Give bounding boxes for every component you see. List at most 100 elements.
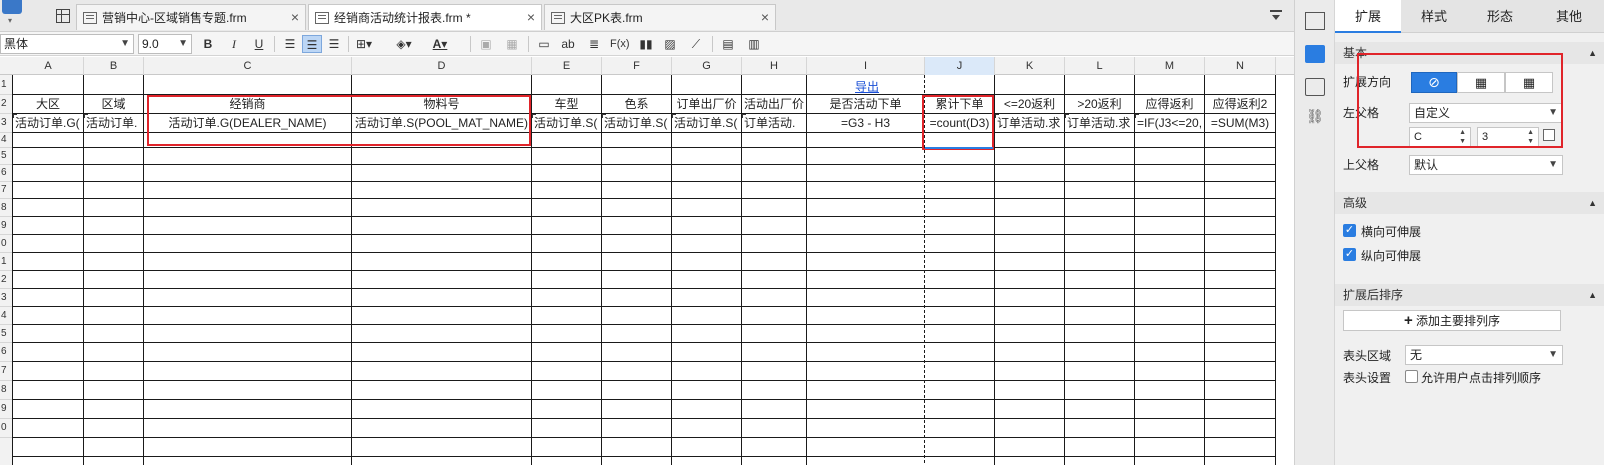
tab-dealer-activity-report[interactable]: 经销商活动统计报表.frm * × <box>308 4 542 30</box>
tab-dropdown-icon[interactable]: ▾ <box>8 16 12 25</box>
tab-style[interactable]: 样式 <box>1401 0 1467 33</box>
sub-report-icon[interactable]: ▤ <box>720 35 736 53</box>
hyperlink-icon[interactable]: ⛓ <box>1305 108 1325 126</box>
expand-horizontal-button[interactable]: ▦ <box>1505 72 1553 93</box>
formula-cell-m3[interactable]: =IF(J3<=20, <box>1135 114 1204 132</box>
column-header-d[interactable]: D <box>352 57 532 75</box>
column-header-i[interactable]: I <box>807 57 925 75</box>
formula-cell-l3[interactable]: 订单活动.求 <box>1065 114 1134 132</box>
insert-field-icon[interactable]: ▭ <box>536 35 552 53</box>
column-header-h[interactable]: H <box>742 57 807 75</box>
freeze-icon[interactable]: ▥ <box>746 35 762 53</box>
fill-color-icon[interactable]: ◈▾ <box>396 35 412 53</box>
tab-menu-icon[interactable] <box>1270 10 1282 20</box>
header-cell-a2[interactable]: 大区 <box>13 95 83 113</box>
tab-expand[interactable]: 扩展 <box>1335 0 1401 33</box>
insert-image-icon[interactable]: ▨ <box>662 35 678 53</box>
column-header-b[interactable]: B <box>84 57 144 75</box>
expand-vertical-button[interactable]: ▦ <box>1457 72 1505 93</box>
allow-sort-checkbox[interactable] <box>1405 370 1418 383</box>
split-cells-icon[interactable]: ▦ <box>504 35 520 53</box>
column-header-g[interactable]: G <box>672 57 742 75</box>
condition-icon[interactable] <box>1305 78 1325 96</box>
column-header-e[interactable]: E <box>532 57 602 75</box>
formula-cell-d3[interactable]: 活动订单.S(POOL_MAT_NAME) <box>352 114 531 132</box>
header-cell-h2[interactable]: 活动出厂价 <box>742 95 806 113</box>
export-link[interactable]: 导出 <box>855 78 879 95</box>
header-cell-m2[interactable]: 应得返利 <box>1135 95 1204 113</box>
formula-cell-a3[interactable]: 活动订单.G( <box>13 114 83 132</box>
formula-cell-n3[interactable]: =SUM(M3) <box>1205 114 1275 132</box>
bold-button[interactable]: B <box>200 35 216 53</box>
horizontal-expand-checkbox[interactable]: ✓ <box>1343 224 1356 237</box>
vertical-expand-checkbox[interactable]: ✓ <box>1343 248 1356 261</box>
header-cell-b2[interactable]: 区域 <box>84 95 143 113</box>
font-color-icon[interactable]: A▾ <box>432 35 448 53</box>
font-family-select[interactable]: 黑体 ▼ <box>0 34 134 54</box>
column-header-j[interactable]: J <box>925 57 995 75</box>
section-basic[interactable]: 基本 ▲ <box>1335 42 1604 64</box>
paragraph-icon[interactable]: ≣ <box>586 35 602 53</box>
align-left-icon[interactable]: ☰ <box>282 35 298 53</box>
insert-slash-icon[interactable]: ⟋ <box>688 35 704 53</box>
formula-cell-h3[interactable]: 订单活动. <box>742 114 806 132</box>
header-cell-e2[interactable]: 车型 <box>532 95 601 113</box>
expand-attribute-icon[interactable] <box>1305 45 1325 63</box>
stepper-icon[interactable]: ▲ ▼ <box>1459 128 1466 146</box>
tab-other[interactable]: 其他 <box>1533 0 1604 33</box>
insert-chart-icon[interactable]: ▮▮ <box>638 35 654 53</box>
merge-cells-icon[interactable]: ▣ <box>478 35 494 53</box>
align-center-icon[interactable]: ☰ <box>302 35 322 53</box>
column-header-k[interactable]: K <box>995 57 1065 75</box>
header-cell-l2[interactable]: >20返利 <box>1065 95 1134 113</box>
formula-cell-i3[interactable]: =G3 - H3 <box>807 114 924 132</box>
header-cell-n2[interactable]: 应得返利2 <box>1205 95 1275 113</box>
cell-attribute-icon[interactable] <box>1305 12 1325 30</box>
italic-button[interactable]: I <box>226 35 242 53</box>
align-right-icon[interactable]: ☰ <box>326 35 342 53</box>
add-sort-button[interactable]: + 添加主要排列序 <box>1343 310 1561 331</box>
header-cell-j2[interactable]: 累计下单 <box>925 95 994 113</box>
close-tab-icon[interactable]: × <box>291 9 299 25</box>
tab-region-pk[interactable]: 大区PK表.frm × <box>544 4 776 30</box>
underline-button[interactable]: U <box>251 35 267 53</box>
header-cell-k2[interactable]: <=20返利 <box>995 95 1064 113</box>
close-tab-icon[interactable]: × <box>761 9 769 25</box>
header-area-select[interactable]: 无 ▼ <box>1405 345 1563 365</box>
stepper-icon[interactable]: ▲ ▼ <box>1527 128 1534 146</box>
column-header-m[interactable]: M <box>1135 57 1205 75</box>
header-cell-f2[interactable]: 色系 <box>602 95 671 113</box>
left-parent-row-input[interactable]: 3 ▲ ▼ <box>1477 127 1539 147</box>
formula-cell-j3[interactable]: =count(D3) <box>925 114 994 132</box>
formula-cell-c3[interactable]: 活动订单.G(DEALER_NAME) <box>144 114 351 132</box>
grid-view-icon[interactable] <box>56 9 70 23</box>
header-cell-i2[interactable]: 是否活动下单 <box>807 95 924 113</box>
column-header-c[interactable]: C <box>144 57 352 75</box>
close-tab-icon[interactable]: × <box>527 9 535 25</box>
pick-cell-button[interactable] <box>1543 129 1555 141</box>
header-cell-d2[interactable]: 物料号 <box>352 95 531 113</box>
font-size-select[interactable]: 9.0 ▼ <box>138 34 192 54</box>
tab-regional-sales[interactable]: 营销中心-区域销售专题.frm × <box>76 4 306 30</box>
insert-formula-icon[interactable]: F(x) <box>610 35 630 53</box>
insert-text-icon[interactable]: ab <box>560 35 576 53</box>
formula-cell-f3[interactable]: 活动订单.S( <box>602 114 671 132</box>
formula-cell-b3[interactable]: 活动订单. <box>84 114 143 132</box>
column-header-l[interactable]: L <box>1065 57 1135 75</box>
formula-cell-g3[interactable]: 活动订单.S( <box>672 114 741 132</box>
tab-form[interactable]: 形态 <box>1467 0 1533 33</box>
border-icon[interactable]: ⊞▾ <box>356 35 372 53</box>
column-header-f[interactable]: F <box>602 57 672 75</box>
header-cell-c2[interactable]: 经销商 <box>144 95 351 113</box>
header-cell-g2[interactable]: 订单出厂价 <box>672 95 741 113</box>
expand-none-button[interactable]: ⊘ <box>1411 72 1457 93</box>
left-parent-select[interactable]: 自定义 ▼ <box>1409 103 1563 123</box>
column-header-a[interactable]: A <box>13 57 84 75</box>
top-parent-select[interactable]: 默认 ▼ <box>1409 155 1563 175</box>
left-parent-col-input[interactable]: C ▲ ▼ <box>1409 127 1471 147</box>
formula-cell-e3[interactable]: 活动订单.S( <box>532 114 601 132</box>
section-advanced[interactable]: 高级 ▲ <box>1335 192 1604 214</box>
formula-cell-k3[interactable]: 订单活动.求 <box>995 114 1064 132</box>
column-header-n[interactable]: N <box>1205 57 1276 75</box>
section-sort[interactable]: 扩展后排序 ▲ <box>1335 284 1604 306</box>
